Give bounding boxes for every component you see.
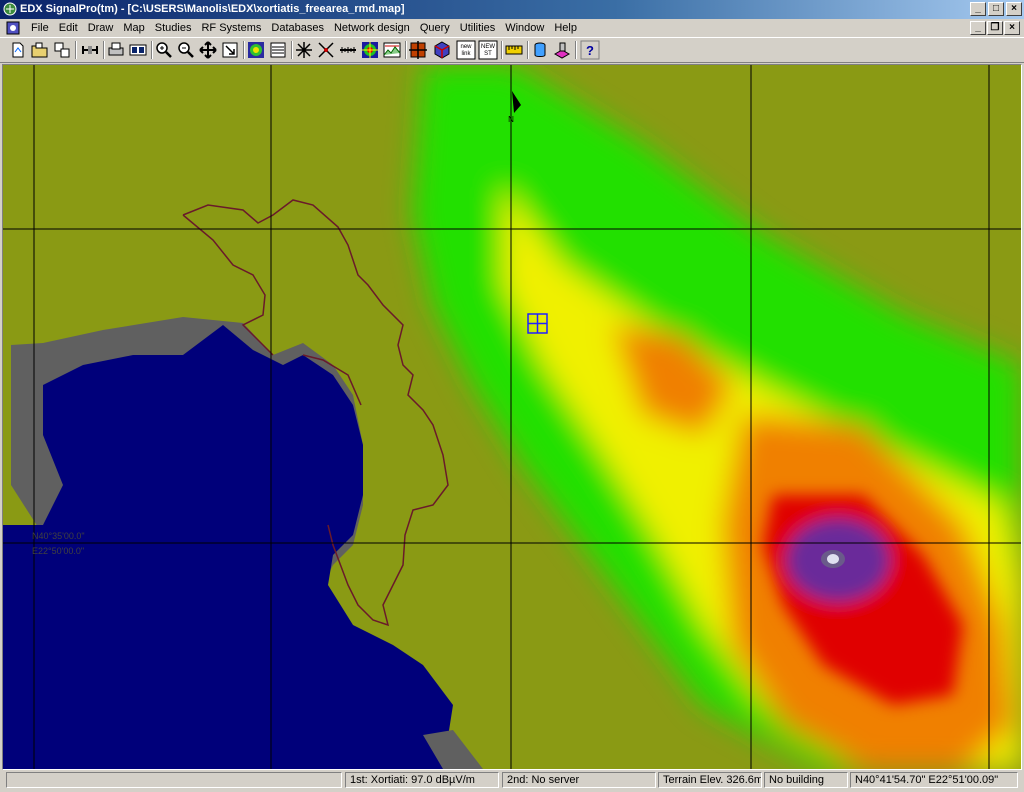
building-icon[interactable]	[552, 40, 572, 60]
map-view[interactable]: N N40°35'00.0" E22°50'00.0"	[2, 64, 1022, 770]
pan-icon[interactable]	[198, 40, 218, 60]
coverage-icon[interactable]	[360, 40, 380, 60]
terrain-map[interactable]: N N40°35'00.0" E22°50'00.0"	[3, 65, 1021, 769]
grid-lon-label: E22°50'00.0"	[32, 546, 84, 556]
doc-minimize-button[interactable]: _	[970, 21, 986, 35]
status-message	[6, 772, 342, 788]
svg-text:link: link	[461, 51, 471, 57]
layers-icon[interactable]	[268, 40, 288, 60]
ruler-icon[interactable]	[338, 40, 358, 60]
new-icon[interactable]	[8, 40, 28, 60]
menu-utilities[interactable]: Utilities	[455, 21, 500, 35]
window-title: EDX SignalPro(tm) - [C:\USERS\Manolis\ED…	[20, 3, 405, 15]
help-icon[interactable]: ?	[580, 40, 600, 60]
minimize-button[interactable]: _	[970, 2, 986, 16]
cube-icon[interactable]	[432, 40, 452, 60]
menu-edit[interactable]: Edit	[54, 21, 83, 35]
menu-query[interactable]: Query	[415, 21, 455, 35]
print-icon[interactable]	[106, 40, 126, 60]
cylinder-icon[interactable]	[530, 40, 550, 60]
target-icon[interactable]	[408, 40, 428, 60]
svg-text:NEW: NEW	[481, 44, 495, 50]
menu-help[interactable]: Help	[549, 21, 582, 35]
open-icon[interactable]	[30, 40, 50, 60]
zoom-out-icon[interactable]	[176, 40, 196, 60]
print-preview-icon[interactable]	[128, 40, 148, 60]
menu-databases[interactable]: Databases	[266, 21, 329, 35]
toolbar: new link NEW ST ?	[0, 37, 1024, 63]
crosshair-icon[interactable]	[316, 40, 336, 60]
app-icon	[3, 2, 17, 16]
link-icon[interactable]	[80, 40, 100, 60]
status-terrain-elevation: Terrain Elev. 326.6m	[658, 772, 762, 788]
title-bar: EDX SignalPro(tm) - [C:\USERS\Manolis\ED…	[0, 0, 1024, 19]
status-bar: 1st: Xortiati: 97.0 dBµV/m 2nd: No serve…	[0, 770, 1024, 792]
svg-text:?: ?	[586, 43, 594, 58]
zoom-in-icon[interactable]	[154, 40, 174, 60]
menu-file[interactable]: File	[26, 21, 54, 35]
save-icon[interactable]	[52, 40, 72, 60]
scale-icon[interactable]	[504, 40, 524, 60]
maximize-button[interactable]: □	[988, 2, 1004, 16]
svg-text:ST: ST	[484, 51, 492, 57]
menu-network-design[interactable]: Network design	[329, 21, 415, 35]
site-icon[interactable]	[294, 40, 314, 60]
menu-studies[interactable]: Studies	[150, 21, 197, 35]
menu-draw[interactable]: Draw	[83, 21, 119, 35]
menu-map[interactable]: Map	[118, 21, 149, 35]
document-icon[interactable]	[6, 21, 20, 35]
status-second-server: 2nd: No server	[502, 772, 656, 788]
doc-restore-button[interactable]: ❐	[987, 21, 1003, 35]
north-label: N	[508, 115, 514, 124]
new-link-icon[interactable]: newlink	[456, 40, 476, 60]
status-first-server: 1st: Xortiati: 97.0 dBµV/m	[345, 772, 499, 788]
profile-icon[interactable]	[382, 40, 402, 60]
status-building: No building	[764, 772, 848, 788]
close-button[interactable]: ×	[1006, 2, 1022, 16]
status-coordinates: N40°41'54.70" E22°51'00.09"	[850, 772, 1018, 788]
doc-close-button[interactable]: ×	[1004, 21, 1020, 35]
globe-icon[interactable]	[246, 40, 266, 60]
zoom-window-icon[interactable]	[220, 40, 240, 60]
menu-rf-systems[interactable]: RF Systems	[196, 21, 266, 35]
new-site-icon[interactable]: NEWST	[478, 40, 498, 60]
new-link-label: new	[460, 44, 472, 50]
menu-window[interactable]: Window	[500, 21, 549, 35]
menu-bar: File Edit Draw Map Studies RF Systems Database…	[0, 19, 1024, 37]
grid-lat-label: N40°35'00.0"	[32, 531, 85, 541]
menu-list: File Edit Draw Map Studies RF Systems Database…	[26, 21, 582, 35]
